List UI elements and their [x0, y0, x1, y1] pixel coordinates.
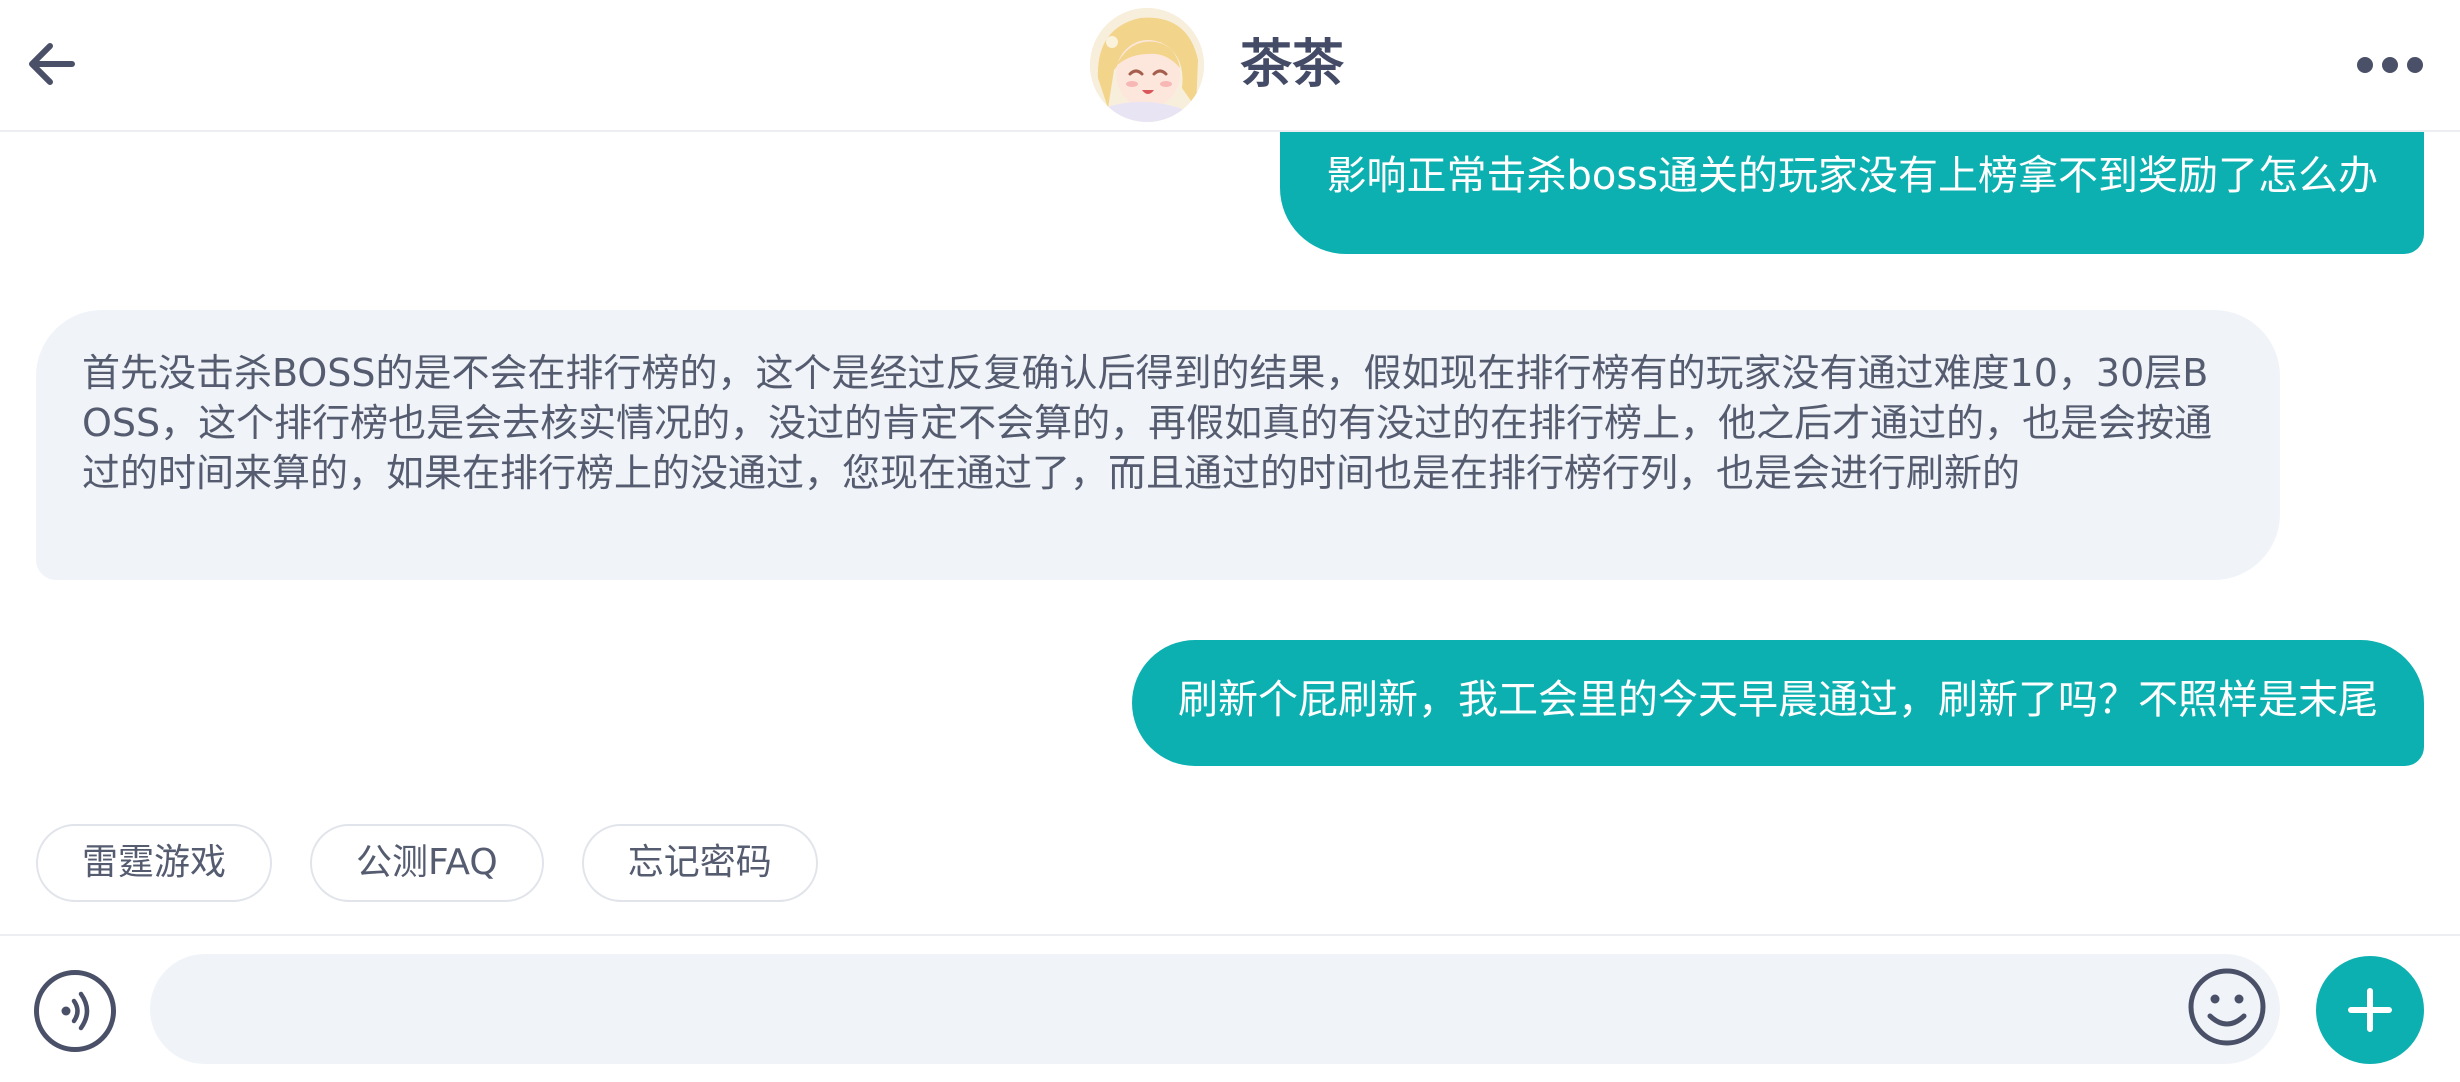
- avatar[interactable]: [1090, 8, 1204, 122]
- arrow-left-icon: [29, 43, 75, 85]
- add-attachment-button[interactable]: [2316, 956, 2424, 1064]
- contact-name: 茶茶: [1240, 35, 1345, 95]
- quick-reply-bar: 雷霆游戏 公测FAQ 忘记密码: [36, 824, 856, 904]
- message-composer: [0, 934, 2460, 1082]
- voice-input-button[interactable]: [34, 970, 116, 1052]
- outgoing-message-bubble[interactable]: 刷新个屁刷新，我工会里的今天早晨通过，刷新了吗？不照样是末尾: [1132, 640, 2424, 766]
- emoji-icon: [2188, 968, 2266, 1046]
- voice-input-icon: [61, 991, 90, 1031]
- chat-header: 茶茶: [0, 0, 2460, 132]
- outgoing-message-bubble[interactable]: 影响正常击杀boss通关的玩家没有上榜拿不到奖励了怎么办: [1280, 132, 2424, 254]
- quick-reply-chip[interactable]: 忘记密码: [581, 824, 818, 902]
- emoji-button[interactable]: [2186, 966, 2268, 1048]
- back-button[interactable]: [18, 30, 86, 98]
- more-dots-icon: [2357, 57, 2423, 73]
- quick-reply-chip[interactable]: 雷霆游戏: [36, 824, 273, 902]
- anime-girl-avatar-icon: [1090, 8, 1204, 122]
- incoming-message-bubble[interactable]: 首先没击杀BOSS的是不会在排行榜的，这个是经过反复确认后得到的结果，假如现在排…: [36, 310, 2280, 580]
- more-options-button[interactable]: [2350, 36, 2430, 94]
- message-list[interactable]: 影响正常击杀boss通关的玩家没有上榜拿不到奖励了怎么办 首先没击杀BOSS的是…: [0, 132, 2460, 932]
- message-input[interactable]: [150, 954, 2280, 1064]
- plus-icon: [2348, 988, 2392, 1032]
- quick-reply-chip[interactable]: 公测FAQ: [310, 824, 544, 902]
